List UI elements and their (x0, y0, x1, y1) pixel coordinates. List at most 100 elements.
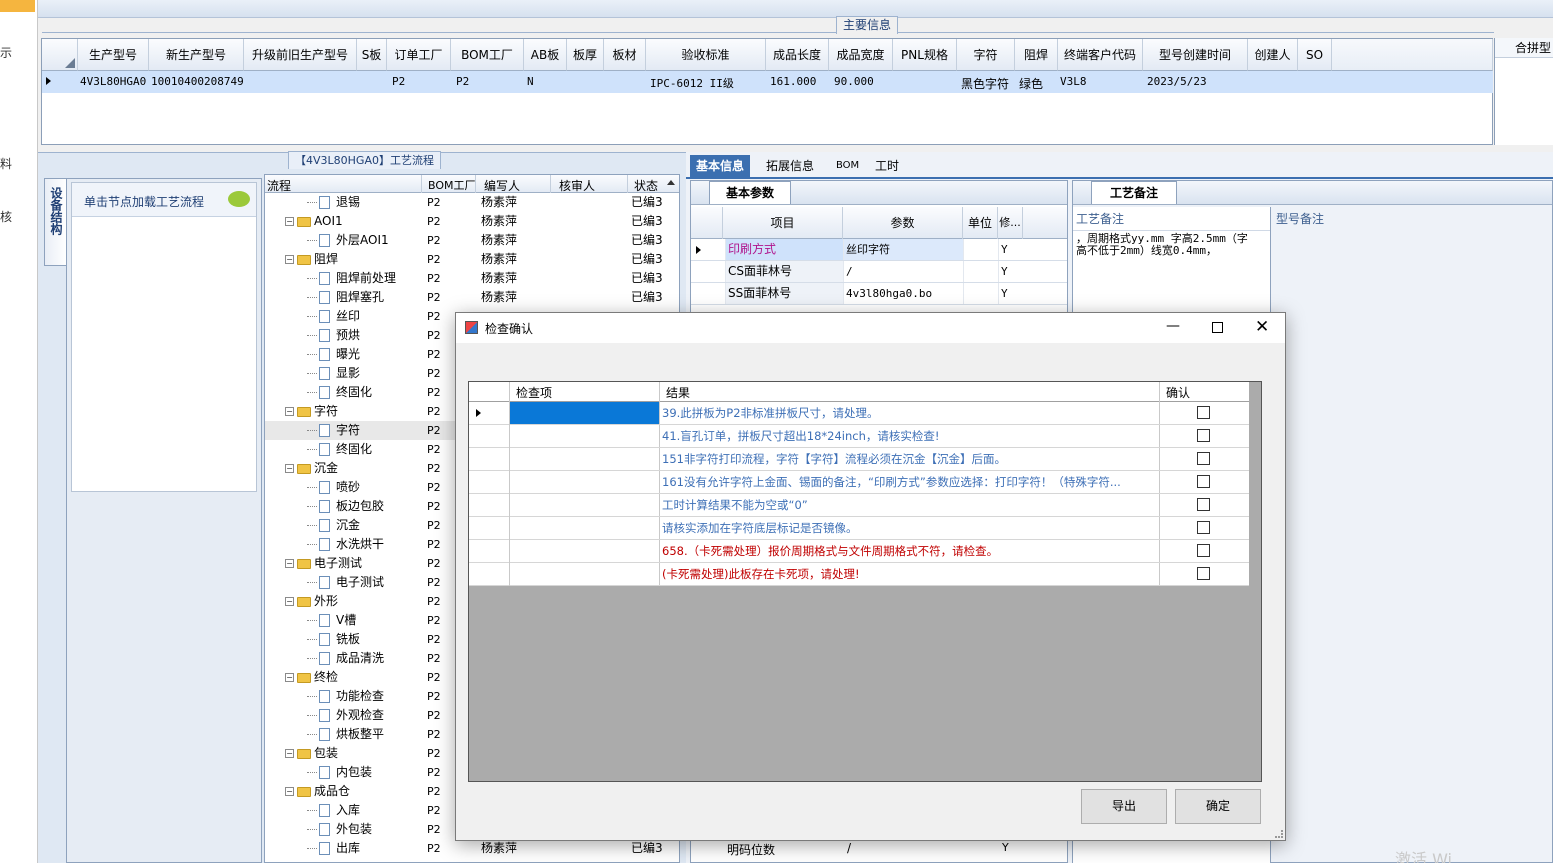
col-header[interactable]: 结果 (660, 382, 1160, 402)
ok-button[interactable]: 确定 (1175, 789, 1261, 824)
collapse-icon[interactable]: − (285, 217, 294, 226)
col-header[interactable]: 核审人 (550, 175, 603, 193)
tree-node[interactable]: 入库 (307, 801, 360, 820)
tree-node[interactable]: 外层AOI1 (307, 231, 389, 250)
tree-node[interactable]: 外观检查 (307, 706, 384, 725)
col-header[interactable]: 生产型号 (78, 39, 149, 71)
col-header[interactable]: 参数 (843, 207, 963, 239)
confirm-checkbox[interactable] (1197, 498, 1210, 511)
col-header[interactable]: 板厚 (567, 39, 604, 71)
col-header[interactable]: 成品宽度 (829, 39, 893, 71)
check-item-cell[interactable] (510, 494, 660, 516)
export-button[interactable]: 导出 (1081, 789, 1167, 824)
col-header[interactable]: PNL规格 (893, 39, 957, 71)
row-header[interactable] (469, 425, 510, 448)
maximize-icon[interactable] (1212, 322, 1223, 333)
collapse-icon[interactable]: − (285, 255, 294, 264)
scroll-up-icon[interactable] (667, 180, 675, 185)
check-row[interactable]: 658.（卡死需处理）报价周期格式与文件周期格式不符，请检查。 (469, 540, 1249, 563)
tree-node[interactable]: 沉金 (307, 516, 360, 535)
col-header[interactable]: 型号创建时间 (1143, 39, 1248, 71)
col-header[interactable]: 升级前旧生产型号 (244, 39, 357, 71)
row-header[interactable] (469, 563, 510, 586)
row-header[interactable] (469, 494, 510, 517)
param-row[interactable]: SS面菲林号 4v3l80hga0.bo Y (691, 283, 1067, 305)
tree-node[interactable]: 铣板 (307, 630, 360, 649)
collapse-icon[interactable]: − (285, 749, 294, 758)
minimize-icon[interactable]: — (1166, 318, 1180, 334)
tree-node[interactable]: 出库 (307, 839, 360, 858)
tree-node[interactable]: 水洗烘干 (307, 535, 384, 554)
row-header[interactable] (469, 517, 510, 540)
dialog-titlebar[interactable]: 检查确认 — ✕ (456, 313, 1285, 343)
table-row[interactable]: 4V3L80HGA0 10010400208749 P2 P2 N IPC-60… (42, 71, 1493, 93)
confirm-checkbox[interactable] (1197, 429, 1210, 442)
tree-row[interactable]: − 阻焊 P2 杨素萍 已编3 (265, 250, 681, 269)
param-row[interactable]: 印刷方式 丝印字符 Y (691, 239, 1067, 261)
row-header[interactable] (469, 402, 510, 425)
tree-node[interactable]: 成品清洗 (307, 649, 384, 668)
tree-row[interactable]: 出库 P2 杨素萍 已编3 (265, 839, 681, 858)
tree-node[interactable]: − 沉金 (285, 459, 338, 478)
col-header[interactable]: 订单工厂 (387, 39, 451, 71)
tree-node[interactable]: 电子测试 (307, 573, 384, 592)
check-row[interactable]: (卡死需处理)此板存在卡死项，请处理! (469, 563, 1249, 586)
tree-node[interactable]: V槽 (307, 611, 356, 630)
col-header[interactable]: 项目 (723, 207, 843, 239)
tree-node[interactable]: 终固化 (307, 383, 372, 402)
side-tab-device[interactable]: 设备结构 (44, 178, 66, 266)
sidebar-item[interactable]: 核 (0, 208, 12, 225)
tree-node[interactable]: − 成品仓 (285, 782, 350, 801)
sidebar-item[interactable]: 示 (0, 44, 12, 61)
col-header[interactable]: 单位 (963, 207, 998, 239)
col-header[interactable]: 成品长度 (766, 39, 829, 71)
collapse-icon[interactable]: − (285, 464, 294, 473)
check-item-cell[interactable] (510, 448, 660, 470)
collapse-icon[interactable]: − (285, 787, 294, 796)
col-header[interactable]: SO (1298, 39, 1332, 71)
tree-node[interactable]: 喷砂 (307, 478, 360, 497)
tab-bom[interactable]: BOM (830, 155, 865, 177)
check-item-cell[interactable] (510, 471, 660, 493)
col-header[interactable]: 修... (998, 207, 1023, 239)
col-header[interactable]: 终端客户代码 (1058, 39, 1143, 71)
tree-row[interactable]: 阻焊塞孔 P2 杨素萍 已编3 (265, 288, 681, 307)
confirm-checkbox[interactable] (1197, 544, 1210, 557)
col-header[interactable]: AB板 (524, 39, 567, 71)
col-header[interactable]: 编写人 (475, 175, 528, 193)
tree-node[interactable]: 烘板整平 (307, 725, 384, 744)
tree-node[interactable]: 预烘 (307, 326, 360, 345)
tab-extended-info[interactable]: 拓展信息 (760, 155, 820, 177)
col-header[interactable]: 新生产型号 (149, 39, 244, 71)
row-header[interactable] (469, 540, 510, 563)
check-row[interactable]: 请核实添加在字符底层标记是否镜像。 (469, 517, 1249, 540)
col-header[interactable]: 流程 (267, 177, 291, 194)
tree-node[interactable]: 外包装 (307, 820, 372, 839)
tree-node[interactable]: − AOI1 (285, 212, 343, 231)
tree-node[interactable]: − 阻焊 (285, 250, 338, 269)
check-item-cell[interactable] (510, 540, 660, 562)
col-header[interactable]: 板材 (604, 39, 646, 71)
confirm-checkbox[interactable] (1197, 452, 1210, 465)
col-header[interactable]: 验收标准 (646, 39, 766, 71)
check-item-cell[interactable] (510, 425, 660, 447)
tree-node[interactable]: 板边包胶 (307, 497, 384, 516)
param-row[interactable]: CS面菲林号 / Y (691, 261, 1067, 283)
tree-node[interactable]: 内包装 (307, 763, 372, 782)
tree-row[interactable]: 阻焊前处理 P2 杨素萍 已编3 (265, 269, 681, 288)
close-icon[interactable]: ✕ (1255, 317, 1269, 337)
col-header[interactable]: 阻焊 (1015, 39, 1058, 71)
tree-row[interactable]: 退锡 P2 杨素萍 已编3 (265, 193, 681, 212)
collapse-icon[interactable]: − (285, 407, 294, 416)
col-header[interactable]: 创建人 (1248, 39, 1298, 71)
row-header[interactable] (469, 471, 510, 494)
col-header[interactable]: BOM工厂 (451, 39, 524, 71)
check-row[interactable]: 41.盲孔订单，拼板尺寸超出18*24inch，请核实检查! (469, 425, 1249, 448)
confirm-checkbox[interactable] (1197, 521, 1210, 534)
tree-node[interactable]: − 终检 (285, 668, 338, 687)
row-header[interactable] (469, 448, 510, 471)
tree-node[interactable]: − 包装 (285, 744, 338, 763)
check-item-cell[interactable] (510, 402, 660, 424)
tree-node[interactable]: 显影 (307, 364, 360, 383)
sidebar-item[interactable]: 料 (0, 155, 12, 172)
